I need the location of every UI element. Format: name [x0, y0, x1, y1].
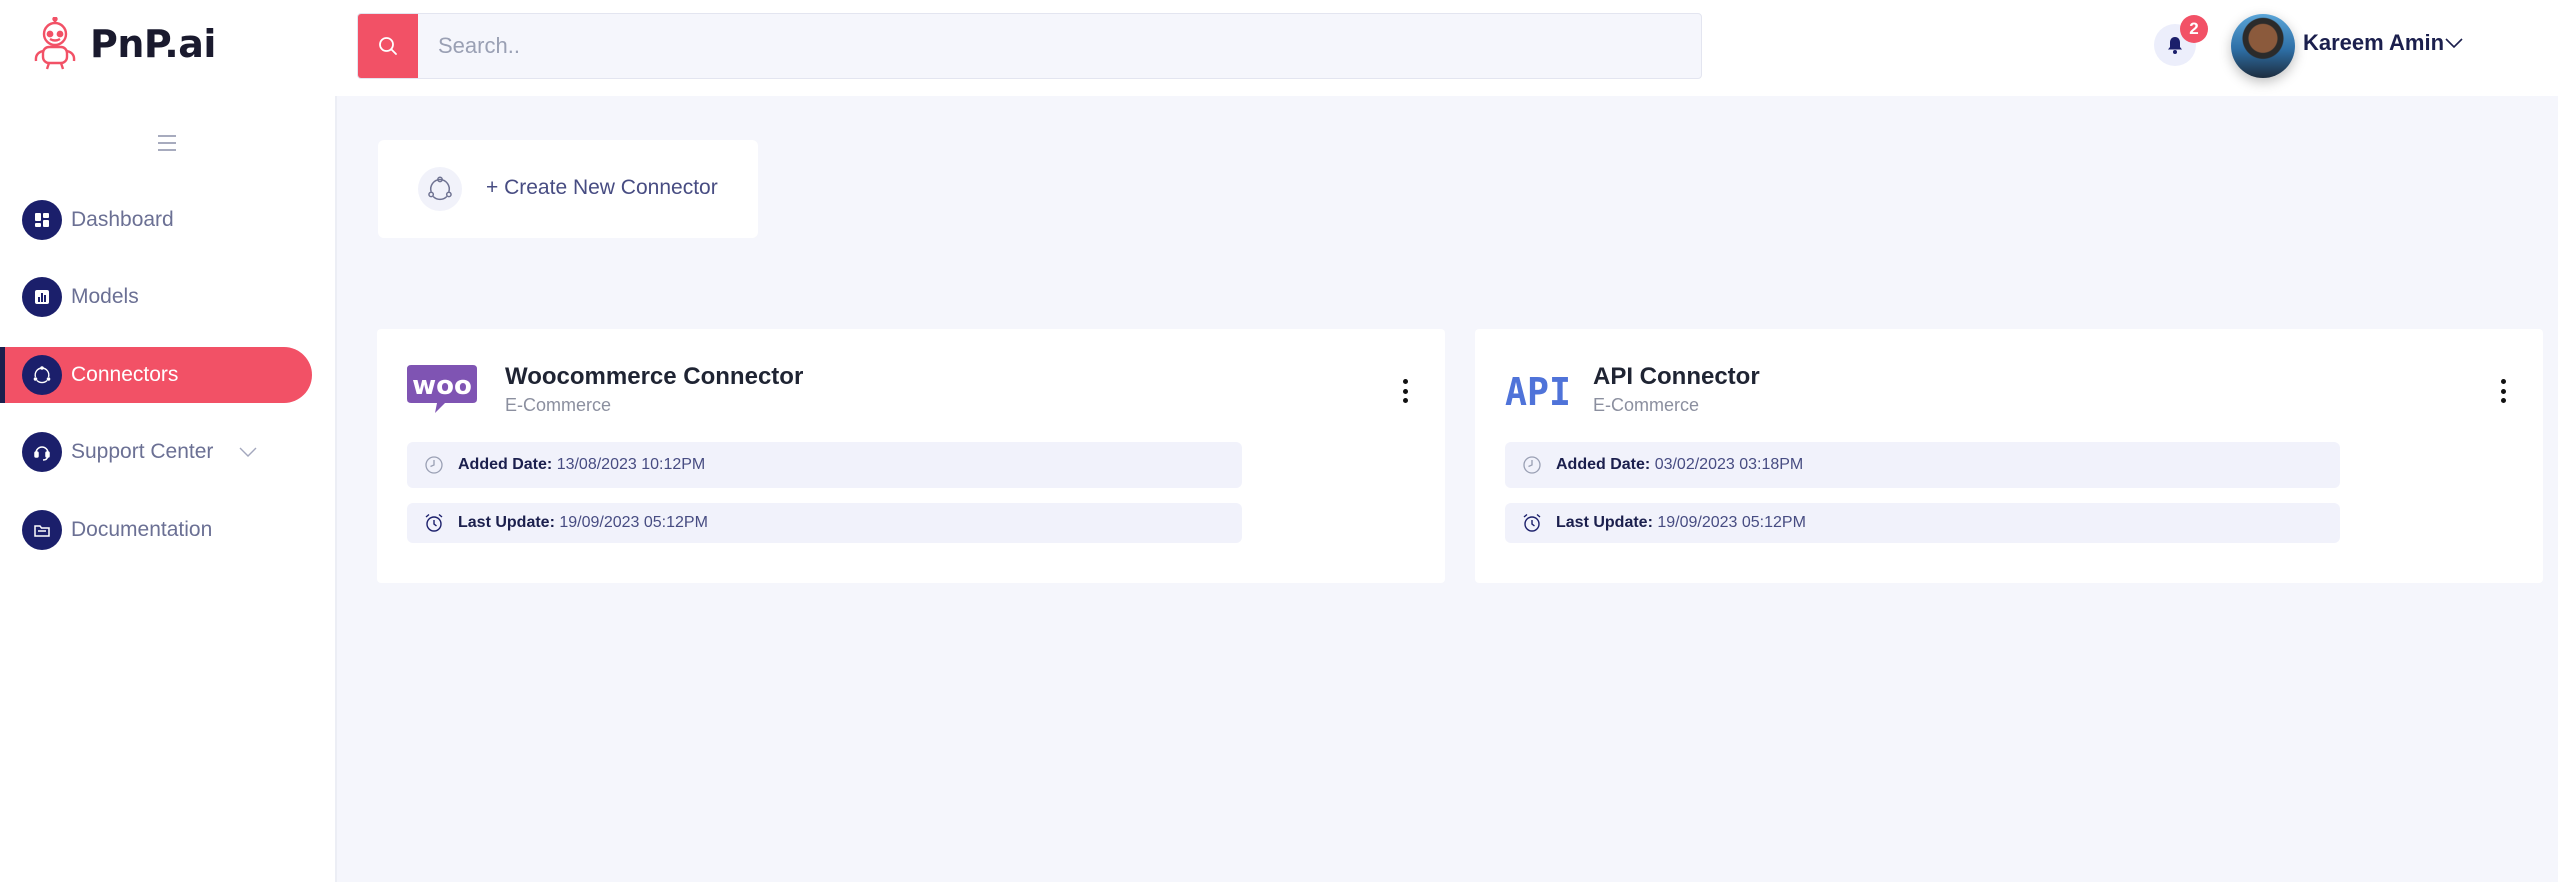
search-bar: [357, 13, 1702, 79]
added-date-label: Added Date:: [1556, 456, 1651, 473]
notification-badge: 2: [2180, 15, 2208, 43]
api-logo-icon: API: [1505, 370, 1571, 414]
connectors-icon: [22, 355, 62, 395]
sidebar-item-label: Models: [71, 285, 139, 308]
added-date-value: 13/08/2023 10:12PM: [556, 456, 706, 473]
woocommerce-logo-icon: woo: [407, 365, 477, 413]
brand-logo[interactable]: PnP.ai: [28, 16, 216, 72]
sidebar-item-documentation[interactable]: Documentation: [0, 502, 312, 558]
added-date-row: Added Date: 13/08/2023 10:12PM: [407, 442, 1242, 488]
sidebar-item-label: Support Center: [71, 440, 214, 463]
added-date-row: Added Date: 03/02/2023 03:18PM: [1505, 442, 2340, 488]
chevron-down-icon[interactable]: [2444, 36, 2464, 50]
chart-icon: [22, 277, 62, 317]
last-update-value: 19/09/2023 05:12PM: [1657, 514, 1806, 531]
create-connector-label: + Create New Connector: [486, 176, 718, 199]
connector-category: E-Commerce: [505, 395, 612, 415]
sidebar-item-label: Dashboard: [71, 208, 174, 231]
dashboard-icon: [22, 200, 62, 240]
folder-icon: [22, 510, 62, 550]
connector-card-api[interactable]: API API Connector E-Commerce Added Date:…: [1475, 329, 2543, 583]
last-update-label: Last Update:: [1556, 514, 1653, 531]
top-bar: PnP.ai 2 Kareem Amin: [0, 0, 2558, 96]
connector-card-woocommerce[interactable]: woo Woocommerce Connector E-Commerce Add…: [377, 329, 1445, 583]
sidebar-item-label: Documentation: [71, 518, 213, 541]
last-update-row: Last Update: 19/09/2023 05:12PM: [407, 503, 1242, 543]
user-name[interactable]: Kareem Amin: [2303, 30, 2444, 56]
search-icon: [379, 37, 397, 55]
sidebar-item-connectors[interactable]: Connectors: [0, 347, 312, 403]
last-update-value: 19/09/2023 05:12PM: [559, 514, 708, 531]
sidebar-item-dashboard[interactable]: Dashboard: [0, 192, 312, 248]
connectors-icon: [418, 167, 462, 211]
robot-logo-icon: [34, 17, 76, 70]
connector-title: API Connector: [1593, 363, 1760, 390]
added-date-value: 03/02/2023 03:18PM: [1654, 456, 1804, 473]
connector-category: E-Commerce: [1593, 395, 1700, 415]
added-date-label: Added Date:: [458, 456, 553, 473]
more-options-icon[interactable]: [1401, 379, 1409, 403]
alarm-clock-icon: [425, 513, 443, 532]
clock-icon: [1523, 456, 1541, 474]
last-update-row: Last Update: 19/09/2023 05:12PM: [1505, 503, 2340, 543]
sidebar-item-label: Connectors: [71, 363, 179, 386]
search-button[interactable]: [358, 14, 418, 78]
last-update-label: Last Update:: [458, 514, 555, 531]
chevron-down-icon[interactable]: [238, 445, 258, 459]
create-connector-button[interactable]: + Create New Connector: [378, 140, 758, 238]
connector-title: Woocommerce Connector: [505, 363, 804, 390]
sidebar-item-models[interactable]: Models: [0, 269, 312, 325]
more-options-icon[interactable]: [2499, 379, 2507, 403]
svg-text:woo: woo: [412, 371, 472, 401]
headset-icon: [22, 432, 62, 472]
svg-text:API: API: [1505, 370, 1571, 414]
menu-toggle-icon[interactable]: [156, 132, 178, 154]
sidebar-item-support-center[interactable]: Support Center: [0, 424, 312, 480]
brand-name: PnP.ai: [90, 22, 216, 66]
clock-icon: [425, 456, 443, 474]
user-avatar[interactable]: [2231, 14, 2295, 78]
sidebar: Dashboard Models Connectors Support Cent…: [0, 96, 337, 882]
alarm-clock-icon: [1523, 513, 1541, 532]
search-input[interactable]: [418, 14, 1701, 78]
